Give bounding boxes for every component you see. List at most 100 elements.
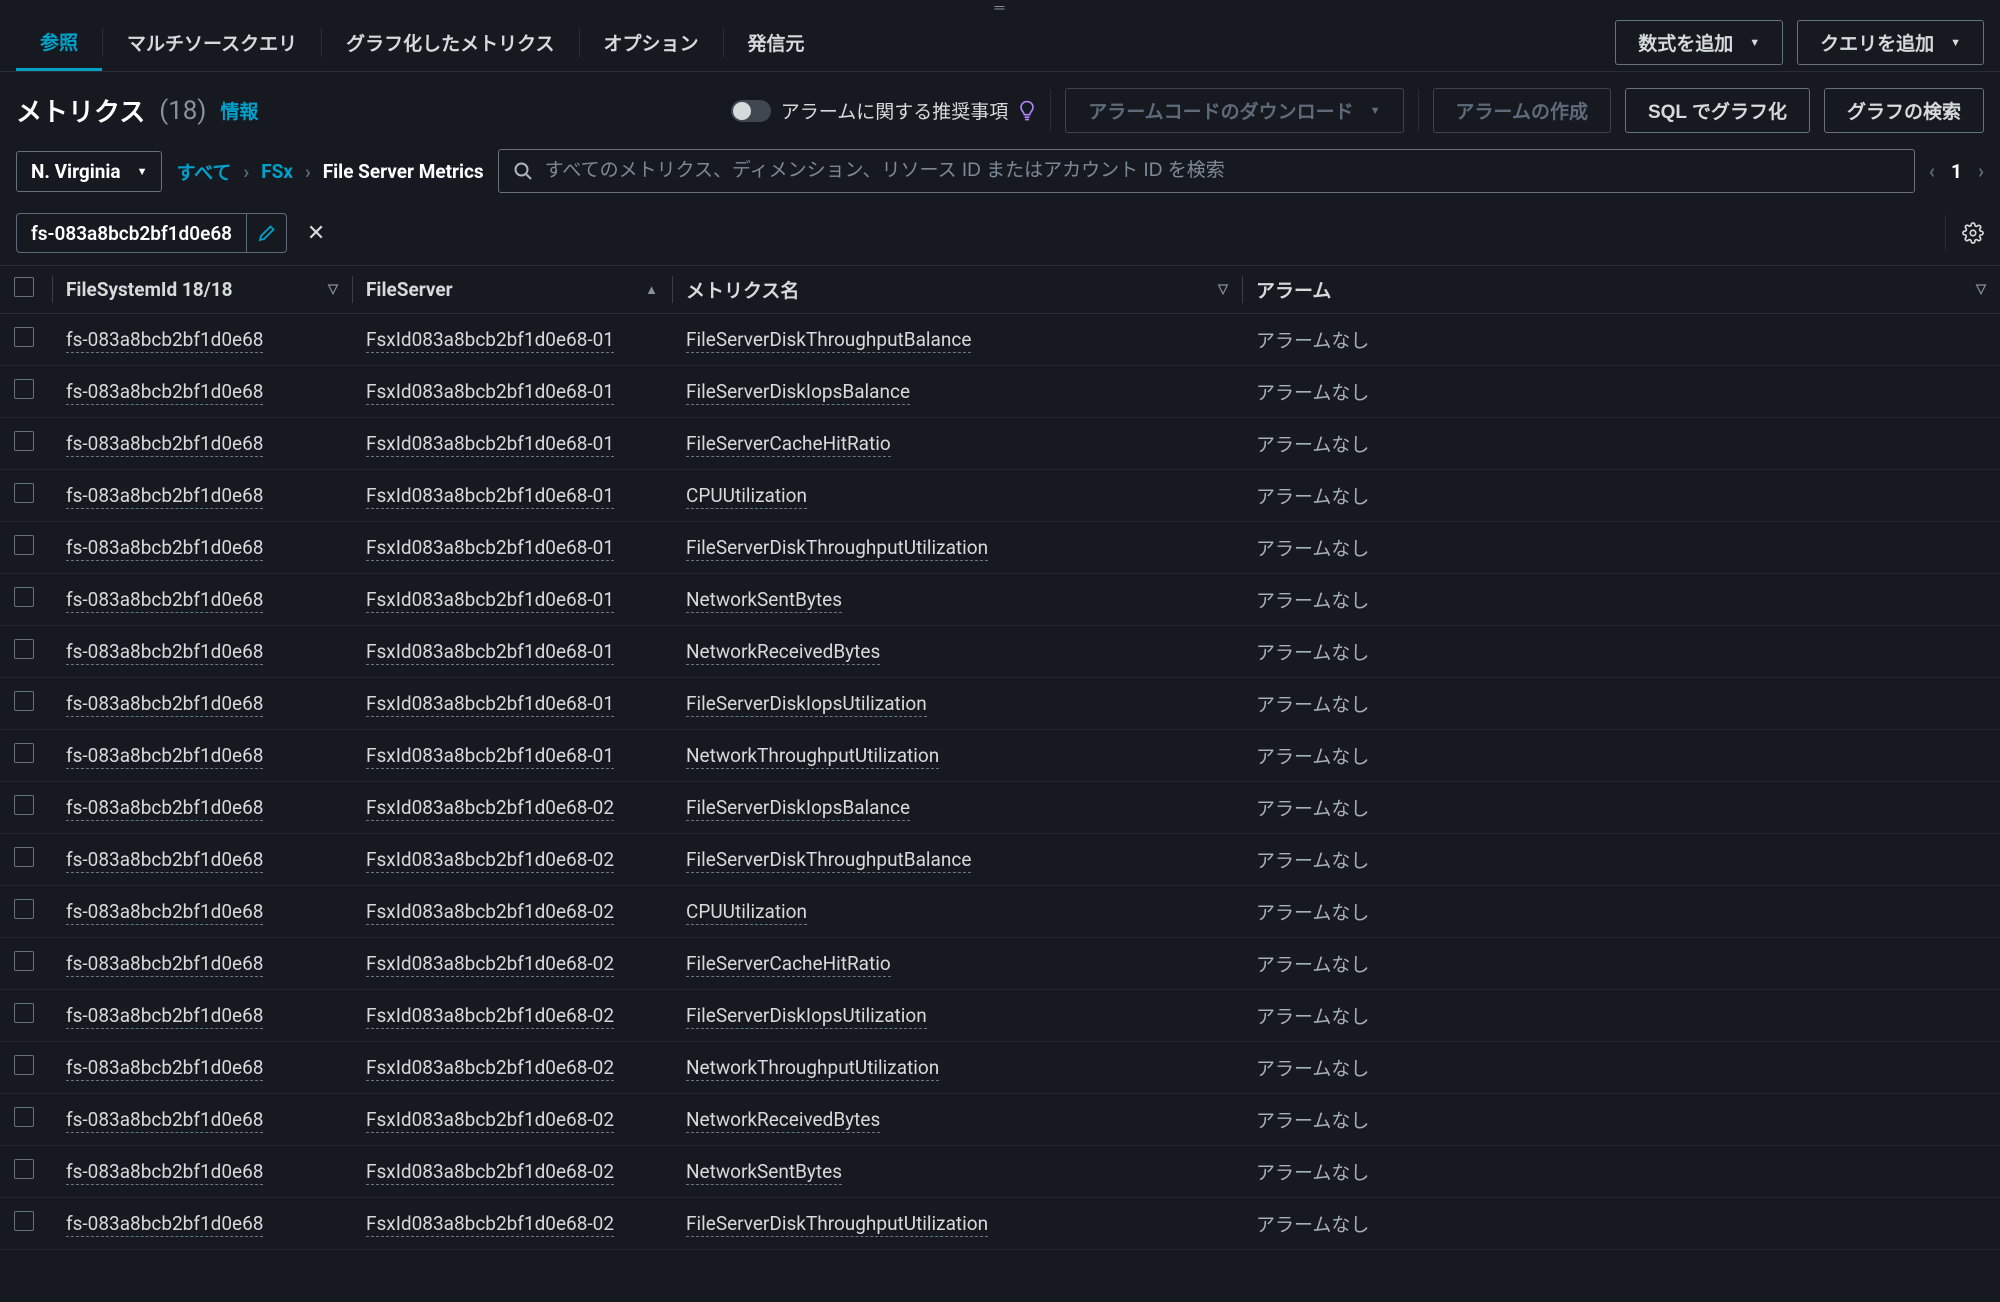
filesystem-id-link[interactable]: fs-083a8bcb2bf1d0e68 <box>66 796 263 821</box>
row-checkbox[interactable] <box>14 1003 34 1023</box>
page-prev-button[interactable]: ‹ <box>1929 159 1935 183</box>
filesystem-id-link[interactable]: fs-083a8bcb2bf1d0e68 <box>66 744 263 769</box>
metric-name-link[interactable]: FileServerDiskIopsUtilization <box>686 692 927 717</box>
filesystem-id-link[interactable]: fs-083a8bcb2bf1d0e68 <box>66 536 263 561</box>
fileserver-link[interactable]: FsxId083a8bcb2bf1d0e68-02 <box>366 1212 614 1237</box>
metric-name-link[interactable]: NetworkSentBytes <box>686 588 842 613</box>
create-alarm-button[interactable]: アラームの作成 <box>1433 88 1611 133</box>
metric-name-link[interactable]: NetworkThroughputUtilization <box>686 744 939 769</box>
row-checkbox[interactable] <box>14 743 34 763</box>
filesystem-id-link[interactable]: fs-083a8bcb2bf1d0e68 <box>66 380 263 405</box>
filesystem-id-link[interactable]: fs-083a8bcb2bf1d0e68 <box>66 1004 263 1029</box>
fileserver-link[interactable]: FsxId083a8bcb2bf1d0e68-01 <box>366 692 614 717</box>
metric-name-link[interactable]: NetworkSentBytes <box>686 1160 842 1185</box>
row-checkbox[interactable] <box>14 327 34 347</box>
column-header-alarm[interactable]: アラーム▽ <box>1242 266 2000 314</box>
metric-name-link[interactable]: NetworkReceivedBytes <box>686 640 880 665</box>
fileserver-link[interactable]: FsxId083a8bcb2bf1d0e68-01 <box>366 640 614 665</box>
filesystem-id-link[interactable]: fs-083a8bcb2bf1d0e68 <box>66 588 263 613</box>
filesystem-id-link[interactable]: fs-083a8bcb2bf1d0e68 <box>66 1160 263 1185</box>
breadcrumb-fsx[interactable]: FSx <box>261 160 293 183</box>
fileserver-link[interactable]: FsxId083a8bcb2bf1d0e68-02 <box>366 952 614 977</box>
filesystem-id-link[interactable]: fs-083a8bcb2bf1d0e68 <box>66 692 263 717</box>
row-checkbox[interactable] <box>14 795 34 815</box>
row-checkbox[interactable] <box>14 1107 34 1127</box>
breadcrumb-all[interactable]: すべて <box>176 158 231 185</box>
fileserver-link[interactable]: FsxId083a8bcb2bf1d0e68-01 <box>366 380 614 405</box>
metric-name-link[interactable]: FileServerDiskThroughputBalance <box>686 848 971 873</box>
tab-options[interactable]: オプション <box>580 14 723 71</box>
filesystem-id-link[interactable]: fs-083a8bcb2bf1d0e68 <box>66 1212 263 1237</box>
row-checkbox[interactable] <box>14 587 34 607</box>
metric-name-link[interactable]: FileServerDiskThroughputUtilization <box>686 1212 988 1237</box>
metric-name-link[interactable]: FileServerCacheHitRatio <box>686 952 891 977</box>
page-next-button[interactable]: › <box>1978 159 1984 183</box>
search-field[interactable] <box>498 149 1915 193</box>
fileserver-link[interactable]: FsxId083a8bcb2bf1d0e68-01 <box>366 744 614 769</box>
row-checkbox[interactable] <box>14 951 34 971</box>
metric-name-link[interactable]: FileServerCacheHitRatio <box>686 432 891 457</box>
add-formula-button[interactable]: 数式を追加 <box>1615 20 1783 65</box>
fileserver-link[interactable]: FsxId083a8bcb2bf1d0e68-02 <box>366 1160 614 1185</box>
fileserver-link[interactable]: FsxId083a8bcb2bf1d0e68-02 <box>366 848 614 873</box>
row-checkbox[interactable] <box>14 483 34 503</box>
search-input[interactable] <box>545 160 1900 182</box>
filter-chip-remove-button[interactable]: ✕ <box>297 214 335 252</box>
fileserver-link[interactable]: FsxId083a8bcb2bf1d0e68-01 <box>366 536 614 561</box>
alarm-recommendation-toggle[interactable] <box>731 100 771 122</box>
row-checkbox[interactable] <box>14 847 34 867</box>
sql-graph-button[interactable]: SQL でグラフ化 <box>1625 88 1810 133</box>
fileserver-link[interactable]: FsxId083a8bcb2bf1d0e68-02 <box>366 796 614 821</box>
row-checkbox[interactable] <box>14 1055 34 1075</box>
region-selector[interactable]: N. Virginia <box>16 151 162 192</box>
filesystem-id-link[interactable]: fs-083a8bcb2bf1d0e68 <box>66 1056 263 1081</box>
fileserver-link[interactable]: FsxId083a8bcb2bf1d0e68-02 <box>366 1056 614 1081</box>
search-graph-button[interactable]: グラフの検索 <box>1824 88 1984 133</box>
metric-name-link[interactable]: CPUUtilization <box>686 900 807 925</box>
metric-name-link[interactable]: FileServerDiskIopsBalance <box>686 796 910 821</box>
row-checkbox[interactable] <box>14 899 34 919</box>
panel-drag-handle[interactable]: ═ <box>0 0 2000 14</box>
metric-name-link[interactable]: NetworkThroughputUtilization <box>686 1056 939 1081</box>
row-checkbox[interactable] <box>14 535 34 555</box>
row-checkbox[interactable] <box>14 1159 34 1179</box>
metric-name-link[interactable]: NetworkReceivedBytes <box>686 1108 880 1133</box>
fileserver-link[interactable]: FsxId083a8bcb2bf1d0e68-01 <box>366 484 614 509</box>
metric-name-link[interactable]: FileServerDiskThroughputBalance <box>686 328 971 353</box>
metric-name-link[interactable]: FileServerDiskThroughputUtilization <box>686 536 988 561</box>
row-checkbox[interactable] <box>14 431 34 451</box>
filesystem-id-link[interactable]: fs-083a8bcb2bf1d0e68 <box>66 640 263 665</box>
row-checkbox[interactable] <box>14 379 34 399</box>
column-header-fileserver[interactable]: FileServer▲ <box>352 266 672 314</box>
metric-name-link[interactable]: FileServerDiskIopsBalance <box>686 380 910 405</box>
select-all-checkbox[interactable] <box>14 277 34 297</box>
download-alarm-code-button[interactable]: アラームコードのダウンロード <box>1065 88 1403 133</box>
info-link[interactable]: 情報 <box>220 97 258 124</box>
column-header-metric[interactable]: メトリクス名▽ <box>672 266 1242 314</box>
fileserver-link[interactable]: FsxId083a8bcb2bf1d0e68-02 <box>366 1108 614 1133</box>
add-query-button[interactable]: クエリを追加 <box>1797 20 1984 65</box>
filter-chip-edit-button[interactable] <box>246 214 286 252</box>
tab-source[interactable]: 発信元 <box>724 14 829 71</box>
filesystem-id-link[interactable]: fs-083a8bcb2bf1d0e68 <box>66 484 263 509</box>
filesystem-id-link[interactable]: fs-083a8bcb2bf1d0e68 <box>66 952 263 977</box>
fileserver-link[interactable]: FsxId083a8bcb2bf1d0e68-01 <box>366 588 614 613</box>
row-checkbox[interactable] <box>14 1211 34 1231</box>
filesystem-id-link[interactable]: fs-083a8bcb2bf1d0e68 <box>66 848 263 873</box>
fileserver-link[interactable]: FsxId083a8bcb2bf1d0e68-01 <box>366 328 614 353</box>
row-checkbox[interactable] <box>14 639 34 659</box>
tab-multi-source[interactable]: マルチソースクエリ <box>103 14 321 71</box>
filesystem-id-link[interactable]: fs-083a8bcb2bf1d0e68 <box>66 900 263 925</box>
filesystem-id-link[interactable]: fs-083a8bcb2bf1d0e68 <box>66 432 263 457</box>
column-header-filesystem[interactable]: FileSystemId 18/18▽ <box>52 266 352 314</box>
fileserver-link[interactable]: FsxId083a8bcb2bf1d0e68-01 <box>366 432 614 457</box>
filesystem-id-link[interactable]: fs-083a8bcb2bf1d0e68 <box>66 328 263 353</box>
settings-button[interactable] <box>1962 222 1984 244</box>
fileserver-link[interactable]: FsxId083a8bcb2bf1d0e68-02 <box>366 1004 614 1029</box>
tab-browse[interactable]: 参照 <box>16 14 102 71</box>
filesystem-id-link[interactable]: fs-083a8bcb2bf1d0e68 <box>66 1108 263 1133</box>
tab-graphed[interactable]: グラフ化したメトリクス <box>322 14 578 71</box>
metric-name-link[interactable]: FileServerDiskIopsUtilization <box>686 1004 927 1029</box>
row-checkbox[interactable] <box>14 691 34 711</box>
metric-name-link[interactable]: CPUUtilization <box>686 484 807 509</box>
